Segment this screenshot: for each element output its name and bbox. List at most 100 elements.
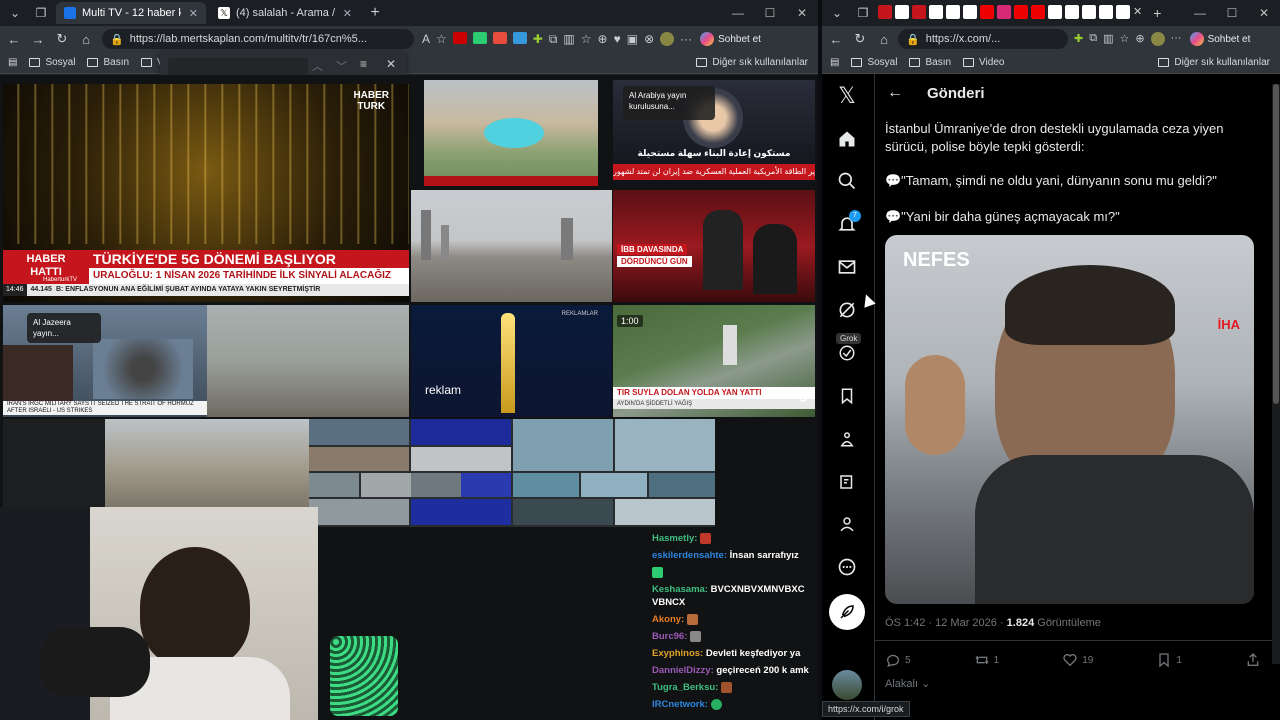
tile-flood[interactable]: 1:00 TIR SUYLA DOLAN YOLDA YAN YATTI AYD… bbox=[613, 305, 815, 417]
x-tab-favicon[interactable] bbox=[1099, 5, 1113, 19]
mini-tile[interactable] bbox=[649, 473, 715, 497]
mini-tile[interactable] bbox=[615, 499, 715, 525]
related-dropdown[interactable]: Alakalı ⌄ bbox=[885, 677, 930, 690]
back-icon[interactable]: ← bbox=[2, 32, 26, 47]
repost-button[interactable]: 1 bbox=[974, 652, 999, 668]
alarabiya-popup[interactable]: Al Arabiya yayın kurulusuna... bbox=[623, 86, 715, 120]
profile-avatar[interactable] bbox=[660, 31, 675, 46]
bookmark-folder[interactable]: Sosyal bbox=[29, 57, 75, 68]
refresh-icon[interactable]: ↻ bbox=[50, 31, 74, 47]
collections-icon[interactable]: ⊕ bbox=[598, 32, 608, 47]
screenshot-icon[interactable]: ▣ bbox=[627, 32, 638, 47]
bookmark-folder[interactable]: Basın bbox=[87, 57, 129, 68]
x-tab-favicon[interactable] bbox=[946, 5, 960, 19]
mini-tile[interactable] bbox=[411, 419, 511, 445]
tab-favicon[interactable] bbox=[1014, 5, 1028, 19]
youtube-tab-favicon[interactable] bbox=[980, 5, 994, 19]
x-logo-icon[interactable]: 𝕏 bbox=[835, 83, 859, 108]
youtube-tab-favicon[interactable] bbox=[1031, 5, 1045, 19]
more-menu-icon[interactable]: ··· bbox=[1171, 32, 1182, 46]
tile-aljazeera[interactable]: Al Jazeera yayın... IRAN'S IRGC MILITARY… bbox=[3, 305, 207, 417]
tab-actions-icon[interactable]: ⌄ bbox=[4, 2, 26, 24]
messages-envelope-icon[interactable] bbox=[835, 255, 859, 279]
mini-tile[interactable] bbox=[309, 499, 409, 525]
address-bar[interactable]: 🔒 https://x.com/... bbox=[898, 29, 1068, 49]
find-next-icon[interactable]: ﹀ bbox=[336, 58, 347, 74]
mini-tile[interactable] bbox=[309, 447, 409, 471]
close-tab-icon[interactable]: ✕ bbox=[1133, 5, 1142, 21]
address-bar[interactable]: 🔒 https://lab.mertskaplan.com/multitv/tr… bbox=[102, 29, 414, 49]
close-tab-icon[interactable]: ✕ bbox=[343, 7, 352, 20]
favorite-star-icon[interactable]: ☆ bbox=[436, 32, 447, 47]
tile-alarabiya[interactable]: Al Arabiya yayın kurulusuna... مستكون إع… bbox=[613, 80, 815, 186]
find-input[interactable] bbox=[168, 58, 308, 76]
communities-check-icon[interactable] bbox=[835, 341, 859, 365]
mini-tile[interactable] bbox=[361, 473, 411, 497]
extensions-icon[interactable]: ⧉ bbox=[549, 32, 558, 47]
articles-compose-icon[interactable] bbox=[835, 470, 859, 494]
minimize-icon[interactable]: — bbox=[722, 6, 754, 20]
compose-post-button[interactable] bbox=[829, 594, 865, 630]
post-video[interactable]: NEFES İHA bbox=[885, 235, 1254, 604]
more-circle-icon[interactable] bbox=[835, 555, 859, 579]
home-icon[interactable]: ⌂ bbox=[74, 32, 98, 47]
tile-city-cam-1[interactable] bbox=[411, 190, 612, 302]
mini-tile[interactable] bbox=[309, 419, 409, 445]
tile-aerial-resort[interactable] bbox=[424, 80, 598, 186]
mini-tile[interactable] bbox=[513, 473, 579, 497]
refresh-icon[interactable]: ↻ bbox=[848, 31, 872, 47]
aljazeera-popup[interactable]: Al Jazeera yayın... bbox=[27, 313, 101, 343]
grok-icon[interactable] bbox=[835, 298, 859, 322]
mini-tile[interactable] bbox=[411, 499, 511, 525]
bookmark-folder[interactable]: Basın bbox=[909, 57, 951, 68]
workspaces-icon[interactable]: ❐ bbox=[852, 2, 874, 24]
extensions-icon[interactable]: ⧉ bbox=[1089, 32, 1097, 46]
mini-tile[interactable] bbox=[411, 473, 461, 497]
tile-haberturk[interactable]: HABER TURK HABER HATTI TÜRKİYE'DE 5G DÖN… bbox=[3, 84, 409, 302]
ext-red-icon[interactable] bbox=[492, 31, 507, 44]
home-icon[interactable]: ⌂ bbox=[872, 32, 896, 47]
explore-search-icon[interactable] bbox=[835, 169, 859, 193]
tab-favicon[interactable] bbox=[878, 5, 892, 19]
collections-icon[interactable]: ⊕ bbox=[1135, 32, 1144, 46]
x-tab-favicon[interactable] bbox=[1116, 5, 1130, 19]
tab-favicon[interactable] bbox=[912, 5, 926, 19]
read-aloud-icon[interactable]: A bbox=[422, 32, 430, 47]
new-tab-button[interactable]: + bbox=[1153, 5, 1161, 21]
sidebar-toggle-icon[interactable]: ▤ bbox=[830, 57, 839, 68]
tile-city-cam-2[interactable] bbox=[207, 305, 409, 417]
reply-button[interactable]: 5 bbox=[885, 652, 911, 668]
account-avatar[interactable] bbox=[832, 670, 862, 700]
like-button[interactable]: 19 bbox=[1062, 652, 1093, 668]
back-icon[interactable]: ← bbox=[824, 32, 848, 47]
tab-multitv[interactable]: Multi TV - 12 haber kanalını aynı a ✕ bbox=[56, 2, 206, 24]
mini-tile[interactable] bbox=[309, 473, 359, 497]
tile-mosque[interactable]: REKLAMLAR reklam bbox=[411, 305, 612, 417]
find-prev-icon[interactable]: ︿ bbox=[312, 58, 323, 74]
bookmark-folder[interactable]: Sosyal bbox=[851, 57, 897, 68]
ext-youtube-icon[interactable] bbox=[452, 31, 467, 44]
mini-tile[interactable] bbox=[411, 447, 511, 471]
x-tab-favicon[interactable] bbox=[1065, 5, 1079, 19]
x-tab-favicon[interactable] bbox=[1082, 5, 1096, 19]
sidebar-toggle-icon[interactable]: ▤ bbox=[8, 57, 17, 68]
downloads-icon[interactable]: ♥ bbox=[614, 32, 621, 47]
settings-gear-icon[interactable]: ⚙ bbox=[796, 389, 809, 406]
profile-avatar[interactable] bbox=[1150, 32, 1165, 46]
tile-ibb-trial[interactable]: İBB DAVASINDA DÖRDÜNCÜ GÜN bbox=[613, 190, 815, 302]
scrollbar-thumb[interactable] bbox=[1273, 84, 1279, 404]
favorites-icon[interactable]: ☆ bbox=[1119, 32, 1129, 46]
tab-actions-icon[interactable]: ⌄ bbox=[826, 2, 848, 24]
x-tab-favicon[interactable] bbox=[963, 5, 977, 19]
mini-tile[interactable] bbox=[513, 499, 613, 525]
minimize-icon[interactable]: — bbox=[1184, 6, 1216, 20]
ext-translate-icon[interactable] bbox=[512, 31, 527, 44]
mini-tile[interactable] bbox=[615, 419, 715, 471]
close-window-icon[interactable]: ✕ bbox=[786, 6, 818, 20]
split-screen-icon[interactable]: ▥ bbox=[563, 32, 574, 47]
history-icon[interactable]: ⊗ bbox=[644, 32, 654, 47]
ext-puzzle-icon[interactable]: ✚ bbox=[1074, 32, 1083, 46]
home-icon[interactable] bbox=[835, 127, 859, 151]
find-close-icon[interactable]: ✕ bbox=[386, 57, 396, 71]
mini-tile[interactable] bbox=[581, 473, 647, 497]
